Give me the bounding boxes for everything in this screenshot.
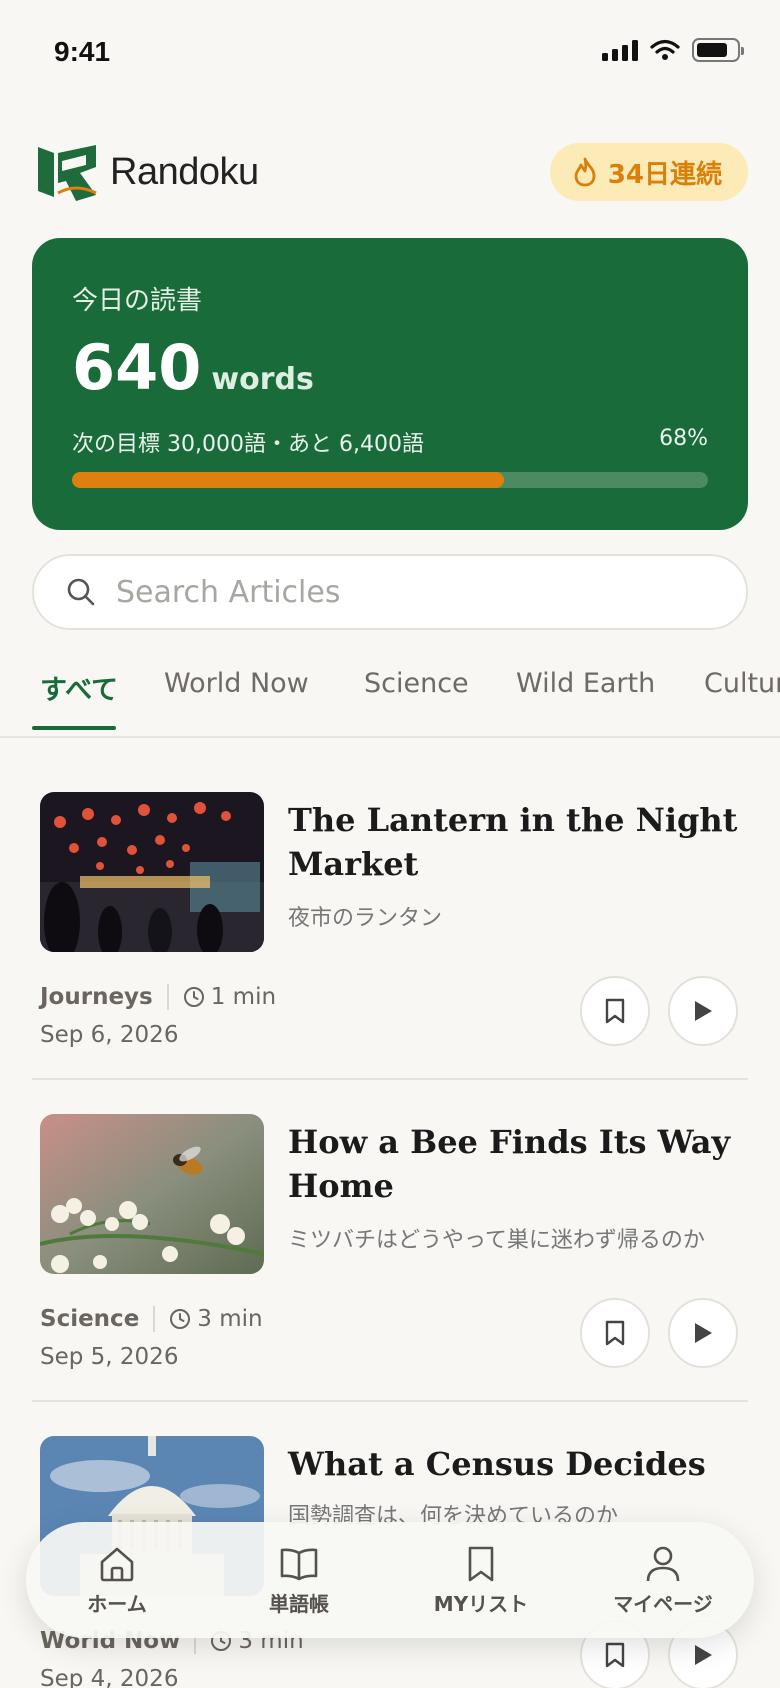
streak-label: 34日連続 — [607, 159, 722, 190]
goal-progress-fill — [72, 472, 505, 488]
nav-home[interactable]: ホーム — [37, 1544, 197, 1617]
active-tab-indicator — [32, 726, 116, 730]
article-date: Sep 5, 2026 — [40, 1344, 179, 1370]
bookmark-icon — [605, 998, 625, 1024]
signal-icon — [602, 39, 638, 61]
article-category: Science — [40, 1306, 140, 1332]
status-bar: 9:41 — [0, 0, 780, 100]
user-icon — [646, 1546, 680, 1581]
goal-row: 次の目標 30,000語・あと 6,400語 68% — [72, 426, 708, 458]
app-header: Randoku 34日連続 — [36, 140, 748, 204]
play-audio-button[interactable] — [668, 1298, 738, 1368]
play-icon — [695, 1645, 712, 1665]
status-time: 9:41 — [54, 36, 111, 67]
article-card[interactable]: The Lantern in the Night Market 夜市のランタン … — [32, 758, 748, 1080]
bookmark-icon — [605, 1642, 625, 1668]
clock-icon — [170, 1309, 191, 1329]
meta-divider — [153, 1306, 156, 1332]
search-icon — [67, 578, 95, 606]
tab-world-now[interactable]: World Now — [164, 668, 309, 699]
tab-all[interactable]: すべて — [40, 668, 118, 707]
nav-my-list[interactable]: MYリスト — [401, 1544, 561, 1617]
article-thumbnail — [40, 792, 264, 952]
article-meta: Science 3 min — [40, 1306, 263, 1332]
wifi-icon — [650, 39, 680, 60]
search-bar[interactable] — [32, 554, 748, 630]
article-subtitle: ミツバチはどうやって巣に迷わず帰るのか — [288, 1228, 705, 1253]
tab-culture[interactable]: Culture — [704, 668, 780, 699]
bookmark-icon — [468, 1546, 494, 1581]
article-duration-label: 3 min — [197, 1306, 263, 1332]
bookmark-button[interactable] — [580, 1298, 650, 1368]
clock-icon — [183, 987, 204, 1007]
word-count-number: 640 — [72, 331, 202, 404]
nav-label: ホーム — [87, 1591, 147, 1616]
status-icons — [602, 38, 744, 62]
play-icon — [695, 1001, 712, 1021]
home-icon — [100, 1547, 134, 1581]
article-date: Sep 6, 2026 — [40, 1022, 179, 1048]
article-subtitle: 夜市のランタン — [288, 906, 443, 931]
meta-divider — [166, 984, 169, 1010]
daily-reading-card: 今日の読書 640 words 次の目標 30,000語・あと 6,400語 6… — [32, 238, 748, 530]
category-tabs: すべて World Now Science Wild Earth Culture — [0, 660, 780, 738]
bookmark-button[interactable] — [580, 976, 650, 1046]
nav-vocabulary[interactable]: 単語帳 — [219, 1544, 379, 1617]
article-duration: 1 min — [183, 984, 276, 1010]
streak-badge[interactable]: 34日連続 — [549, 143, 748, 201]
goal-percent: 68% — [659, 426, 708, 451]
article-duration: 3 min — [169, 1306, 263, 1332]
randoku-logo-icon — [38, 145, 97, 201]
bookmark-icon — [605, 1320, 625, 1346]
article-title[interactable]: What a Census Decides — [288, 1442, 738, 1486]
nav-my-page[interactable]: マイページ — [583, 1544, 743, 1617]
goal-progress-bar — [72, 472, 708, 488]
reading-card-label: 今日の読書 — [72, 286, 203, 316]
flame-icon — [574, 157, 596, 187]
nav-label: MYリスト — [433, 1591, 529, 1616]
article-category: Journeys — [40, 984, 153, 1010]
article-meta: Journeys 1 min — [40, 984, 276, 1010]
book-icon — [280, 1548, 318, 1580]
article-title[interactable]: The Lantern in the Night Market — [288, 798, 738, 886]
nav-label: 単語帳 — [269, 1591, 329, 1616]
play-icon — [695, 1323, 712, 1343]
article-title[interactable]: How a Bee Finds Its Way Home — [288, 1120, 738, 1208]
brand: Randoku — [36, 143, 259, 201]
search-input[interactable] — [116, 574, 676, 610]
word-count: 640 words — [72, 331, 708, 404]
battery-icon — [692, 38, 744, 62]
brand-name: Randoku — [110, 150, 259, 193]
goal-text: 次の目標 30,000語・あと 6,400語 — [72, 432, 424, 457]
article-duration-label: 1 min — [210, 984, 277, 1010]
bottom-navigation: ホーム 単語帳 MYリスト マイページ — [26, 1522, 754, 1638]
nav-label: マイページ — [613, 1591, 713, 1616]
article-thumbnail — [40, 1114, 264, 1274]
tab-wild-earth[interactable]: Wild Earth — [516, 668, 655, 699]
article-card[interactable]: How a Bee Finds Its Way Home ミツバチはどうやって巣… — [32, 1080, 748, 1402]
word-count-unit: words — [211, 362, 314, 397]
article-date: Sep 4, 2026 — [40, 1666, 179, 1688]
tab-science[interactable]: Science — [364, 668, 469, 699]
play-audio-button[interactable] — [668, 976, 738, 1046]
